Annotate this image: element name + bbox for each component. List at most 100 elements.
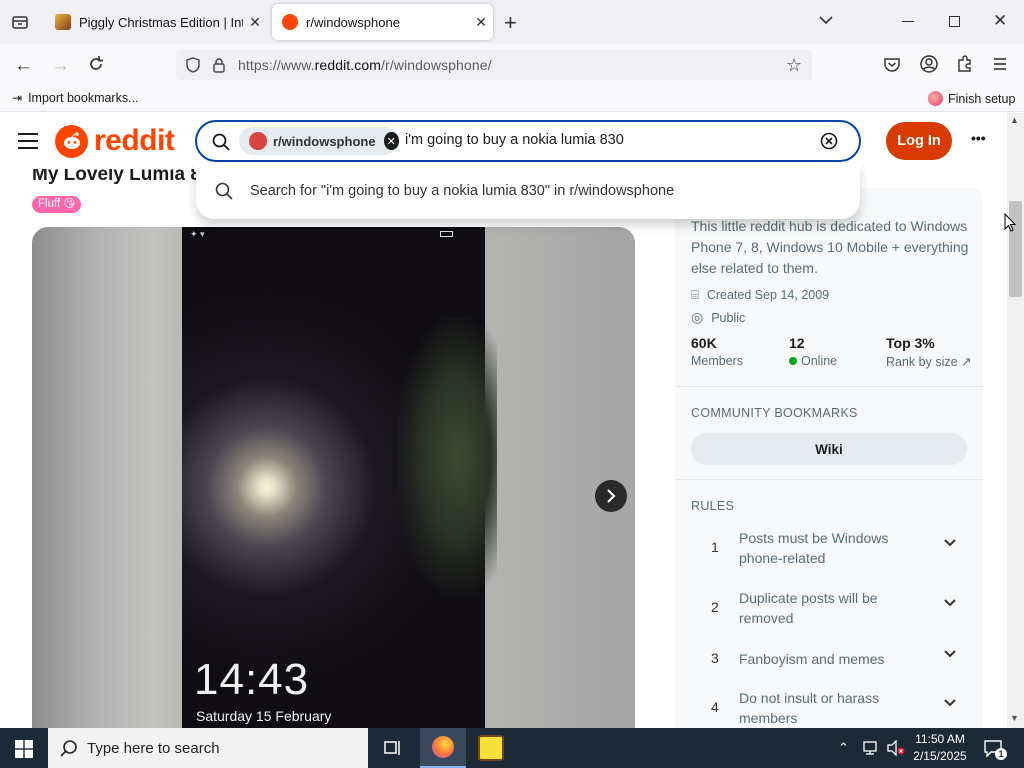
lock-icon[interactable] [212, 57, 226, 73]
community-visibility: ◎ Public [691, 309, 746, 325]
phone-date: Saturday 15 February [196, 708, 332, 724]
notification-count-badge: 1 [995, 748, 1007, 760]
stat-members: 60K Members [691, 335, 744, 368]
rule-item[interactable]: 2 Duplicate posts will be removed [691, 588, 963, 628]
firefox-setup-icon [928, 91, 943, 106]
clock[interactable]: 11:50 AM 2/15/2025 [910, 731, 970, 765]
reddit-favicon-icon [282, 14, 298, 30]
taskbar-search-box[interactable]: Type here to search [48, 728, 368, 768]
login-button[interactable]: Log In [886, 122, 952, 160]
extensions-icon[interactable] [955, 54, 975, 74]
reddit-snoo-icon [55, 124, 88, 158]
online-dot-icon [789, 357, 797, 365]
phone-time: 14:43 [194, 655, 310, 704]
rules-heading: RULES [691, 499, 735, 513]
rule-item[interactable]: 3 Fanboyism and memes [691, 649, 963, 673]
browser-tab-strip: Piggly Christmas Edition | InterA ✕ r/wi… [0, 0, 1024, 44]
next-image-button[interactable] [595, 480, 627, 512]
globe-icon: ◎ [691, 309, 704, 325]
community-sidebar: This little reddit hub is dedicated to W… [675, 188, 983, 728]
cake-icon: ⌸ [691, 287, 699, 302]
reload-icon[interactable] [86, 54, 106, 74]
search-icon [212, 133, 230, 151]
menu-icon[interactable] [993, 57, 1007, 71]
stat-rank[interactable]: Top 3% Rank by size ↗ [886, 335, 972, 369]
import-bookmarks-label: Import bookmarks... [28, 91, 139, 105]
divider [675, 386, 983, 387]
chevron-down-icon[interactable] [943, 596, 957, 613]
new-tab-icon[interactable]: + [504, 10, 517, 36]
search-suggestions-dropdown: Search for "i'm going to buy a nokia lum… [196, 163, 860, 219]
reddit-header: reddit r/windowsphone ✕ i'm going to buy… [0, 113, 1007, 169]
tab-title: r/windowsphone [306, 14, 400, 30]
search-icon [215, 182, 233, 200]
external-link-icon: ↗ [961, 355, 972, 369]
shield-icon[interactable] [186, 57, 200, 73]
network-icon[interactable] [862, 740, 880, 756]
wiki-button[interactable]: Wiki [691, 433, 967, 465]
firefox-icon [432, 736, 454, 758]
mouse-cursor-icon [1004, 212, 1017, 233]
notifications-icon[interactable]: 1 [983, 739, 1007, 760]
forward-icon[interactable]: → [51, 55, 70, 77]
reddit-wordmark: reddit [94, 124, 175, 157]
clear-search-icon[interactable] [819, 131, 839, 151]
divider [675, 479, 983, 480]
scroll-down-icon[interactable]: ▼ [1010, 713, 1019, 723]
chevron-down-icon[interactable] [943, 647, 957, 664]
import-icon: ⇥ [12, 91, 23, 105]
bookmark-star-icon[interactable]: ☆ [786, 55, 802, 76]
firefox-taskbar-button[interactable] [420, 728, 466, 768]
tab-piggly[interactable]: Piggly Christmas Edition | InterA ✕ [45, 4, 267, 40]
volume-muted-icon[interactable] [886, 739, 906, 757]
close-window-icon[interactable]: ✕ [993, 11, 1007, 31]
bookmarks-heading: COMMUNITY BOOKMARKS [691, 406, 858, 420]
subreddit-filter-chip[interactable]: r/windowsphone ✕ [239, 127, 399, 155]
url-text: https://www.reddit.com/r/windowsphone/ [238, 57, 492, 73]
windows-taskbar: Type here to search ⌃ 11:50 AM 2/15/2025… [0, 728, 1024, 768]
page-scrollbar[interactable]: ▲ ▼ [1007, 113, 1024, 728]
task-view-icon[interactable] [383, 739, 403, 757]
import-bookmarks-link[interactable]: ⇥ Import bookmarks... [12, 91, 139, 105]
hamburger-menu-icon[interactable] [18, 133, 38, 149]
close-tab-icon[interactable]: ✕ [243, 14, 267, 31]
search-bar[interactable]: r/windowsphone ✕ i'm going to buy a noki… [195, 120, 861, 162]
created-date: ⌸ Created Sep 14, 2009 [691, 287, 830, 302]
reddit-logo[interactable]: reddit [55, 124, 175, 158]
windowsphone-community-icon [249, 132, 267, 150]
search-input[interactable]: i'm going to buy a nokia lumia 830 [405, 132, 624, 148]
more-options-icon[interactable]: ••• [971, 130, 986, 146]
rule-item[interactable]: 1 Posts must be Windows phone-related [691, 528, 963, 568]
list-all-tabs-icon[interactable] [818, 12, 834, 28]
close-tab-icon[interactable]: ✕ [469, 14, 493, 31]
chevron-down-icon[interactable] [943, 696, 957, 713]
phone-screen: ✦ ▾ 14:43 Saturday 15 February [182, 227, 497, 728]
account-icon[interactable] [919, 54, 939, 74]
minimize-icon[interactable] [902, 21, 914, 22]
chevron-down-icon[interactable] [943, 536, 957, 553]
post-image[interactable]: ✦ ▾ 14:43 Saturday 15 February [32, 227, 635, 728]
finish-setup-link[interactable]: Finish setup [928, 91, 1015, 106]
battery-icon [440, 231, 453, 237]
maximize-icon[interactable] [949, 16, 960, 27]
tree-silhouette [397, 317, 497, 597]
navigation-bar: ← → https://www.reddit.com/r/windowsphon… [0, 44, 1024, 86]
tab-title: Piggly Christmas Edition | InterA [79, 14, 243, 30]
remove-chip-icon[interactable]: ✕ [383, 132, 399, 150]
windows-start-icon[interactable] [15, 740, 33, 758]
phone-status-icons: ✦ ▾ [190, 229, 205, 239]
tab-list-icon[interactable] [10, 12, 30, 32]
pocket-icon[interactable] [883, 55, 901, 73]
spongebob-app-icon[interactable] [478, 735, 504, 761]
back-icon[interactable]: ← [14, 55, 33, 77]
post-flair[interactable]: Fluff 😘 [32, 196, 82, 213]
piggly-favicon-icon [55, 14, 71, 30]
scroll-up-icon[interactable]: ▲ [1010, 115, 1019, 125]
community-description: This little reddit hub is dedicated to W… [691, 218, 969, 276]
url-bar[interactable]: https://www.reddit.com/r/windowsphone/ ☆ [176, 50, 812, 80]
show-hidden-icons-icon[interactable]: ⌃ [838, 740, 849, 756]
search-suggestion-item[interactable]: Search for "i'm going to buy a nokia lum… [196, 163, 860, 219]
tab-windowsphone[interactable]: r/windowsphone ✕ [272, 4, 493, 40]
finish-setup-label: Finish setup [948, 91, 1016, 106]
rule-item[interactable]: 4 Do not insult or harass members [691, 688, 963, 728]
